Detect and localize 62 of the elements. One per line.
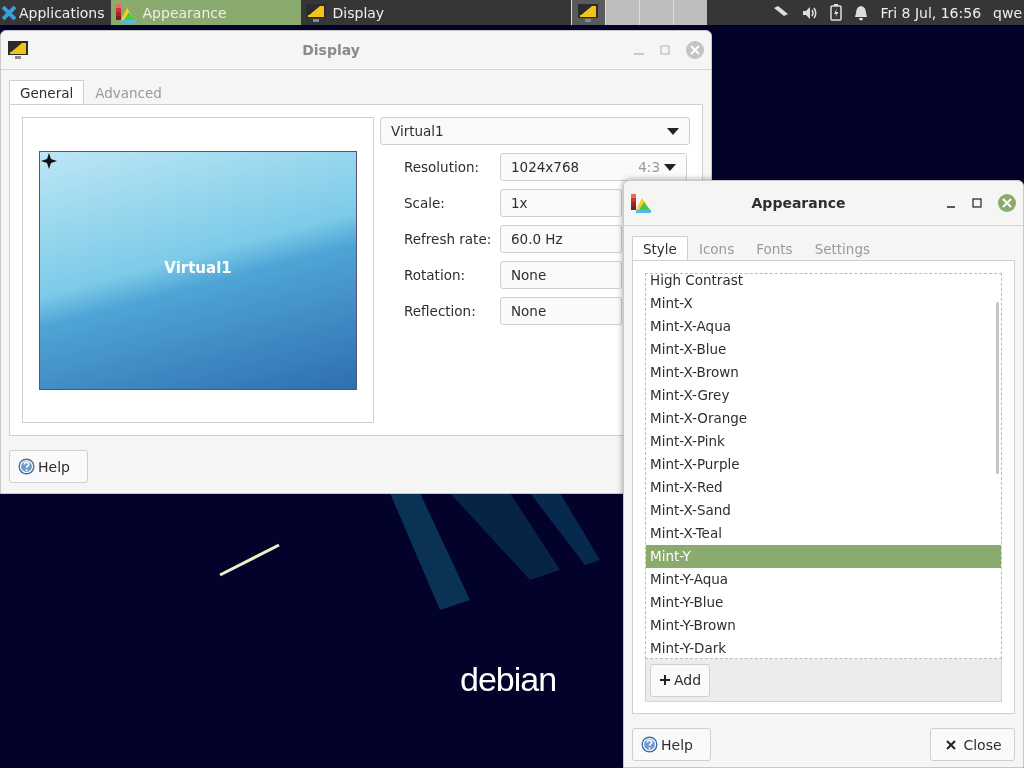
bell-icon[interactable]	[854, 4, 869, 21]
add-button[interactable]: Add	[650, 663, 711, 697]
help-button[interactable]: Help	[9, 450, 88, 483]
maximize-icon[interactable]	[971, 197, 983, 209]
clock[interactable]: Fri 8 Jul, 16:56	[880, 4, 982, 21]
window-title: Appearance	[750, 195, 847, 211]
scrollbar[interactable]	[996, 302, 999, 474]
theme-item[interactable]: Mint-X-Blue	[646, 338, 1001, 361]
palette-icon	[114, 1, 137, 24]
window-title: Display	[301, 42, 361, 58]
theme-item[interactable]: Mint-X-Grey	[646, 384, 1001, 407]
theme-item[interactable]: Mint-X-Sand	[646, 499, 1001, 522]
theme-item[interactable]: Mint-X-Aqua	[646, 315, 1001, 338]
output-dropdown[interactable]: Virtual1	[380, 117, 690, 145]
theme-item[interactable]: Mint-X-Red	[646, 476, 1001, 499]
display-icon	[577, 2, 600, 23]
setting-dropdown[interactable]: 60.0 Hz	[500, 225, 622, 253]
caret-icon	[667, 127, 679, 135]
display-icon	[7, 40, 29, 60]
light-line	[219, 543, 280, 577]
battery-icon[interactable]	[830, 4, 843, 21]
close-button[interactable]: Close	[929, 728, 1015, 761]
caret-icon	[664, 163, 676, 171]
theme-item[interactable]: Mint-Y-Blue	[646, 591, 1001, 614]
monitor-label: Virtual1	[164, 259, 232, 277]
star-icon	[41, 153, 57, 169]
setting-label: Rotation:	[403, 267, 466, 283]
theme-item[interactable]: Mint-X-Purple	[646, 453, 1001, 476]
palette-icon	[630, 192, 652, 214]
workspace-button[interactable]	[604, 0, 639, 25]
setting-label: Scale:	[403, 195, 446, 211]
taskbar-item[interactable]: Display	[300, 0, 491, 25]
theme-item[interactable]: Mint-X-Brown	[646, 361, 1001, 384]
menu-icon	[2, 5, 16, 20]
setting-dropdown[interactable]: 1024x768 4:3	[500, 153, 687, 181]
theme-item[interactable]: Mint-Y-Dark	[646, 637, 1001, 658]
setting-dropdown[interactable]: None	[500, 261, 622, 289]
theme-item[interactable]: Mint-X-Teal	[646, 522, 1001, 545]
setting-dropdown[interactable]: 1x	[500, 189, 622, 217]
help-icon	[18, 458, 35, 475]
close-icon[interactable]	[997, 193, 1017, 213]
theme-item[interactable]: Mint-X	[646, 292, 1001, 315]
workspace-button[interactable]	[570, 0, 605, 25]
help-button[interactable]: Help	[632, 728, 711, 761]
setting-label: Reflection:	[403, 303, 477, 319]
desktop-logo-text: debian	[460, 660, 557, 699]
tab[interactable]: Style	[632, 236, 688, 260]
setting-label: Resolution:	[403, 159, 481, 175]
tab[interactable]: General	[9, 80, 85, 104]
plus-icon	[659, 674, 671, 686]
user-name[interactable]: qwe	[993, 4, 1022, 21]
close-icon	[945, 739, 956, 750]
theme-item[interactable]: Mint-X-Orange	[646, 407, 1001, 430]
theme-item[interactable]: High Contrast	[646, 274, 1001, 292]
theme-item[interactable]: Mint-X-Pink	[646, 430, 1001, 453]
volume-icon[interactable]	[802, 5, 819, 20]
setting-label: Refresh rate:	[403, 231, 493, 247]
help-icon	[641, 736, 658, 753]
setting-dropdown[interactable]: None	[500, 297, 622, 325]
theme-item[interactable]: Mint-Y-Brown	[646, 614, 1001, 637]
applications-menu[interactable]: Applications	[0, 0, 111, 25]
theme-item[interactable]: Mint-Y-Aqua	[646, 568, 1001, 591]
